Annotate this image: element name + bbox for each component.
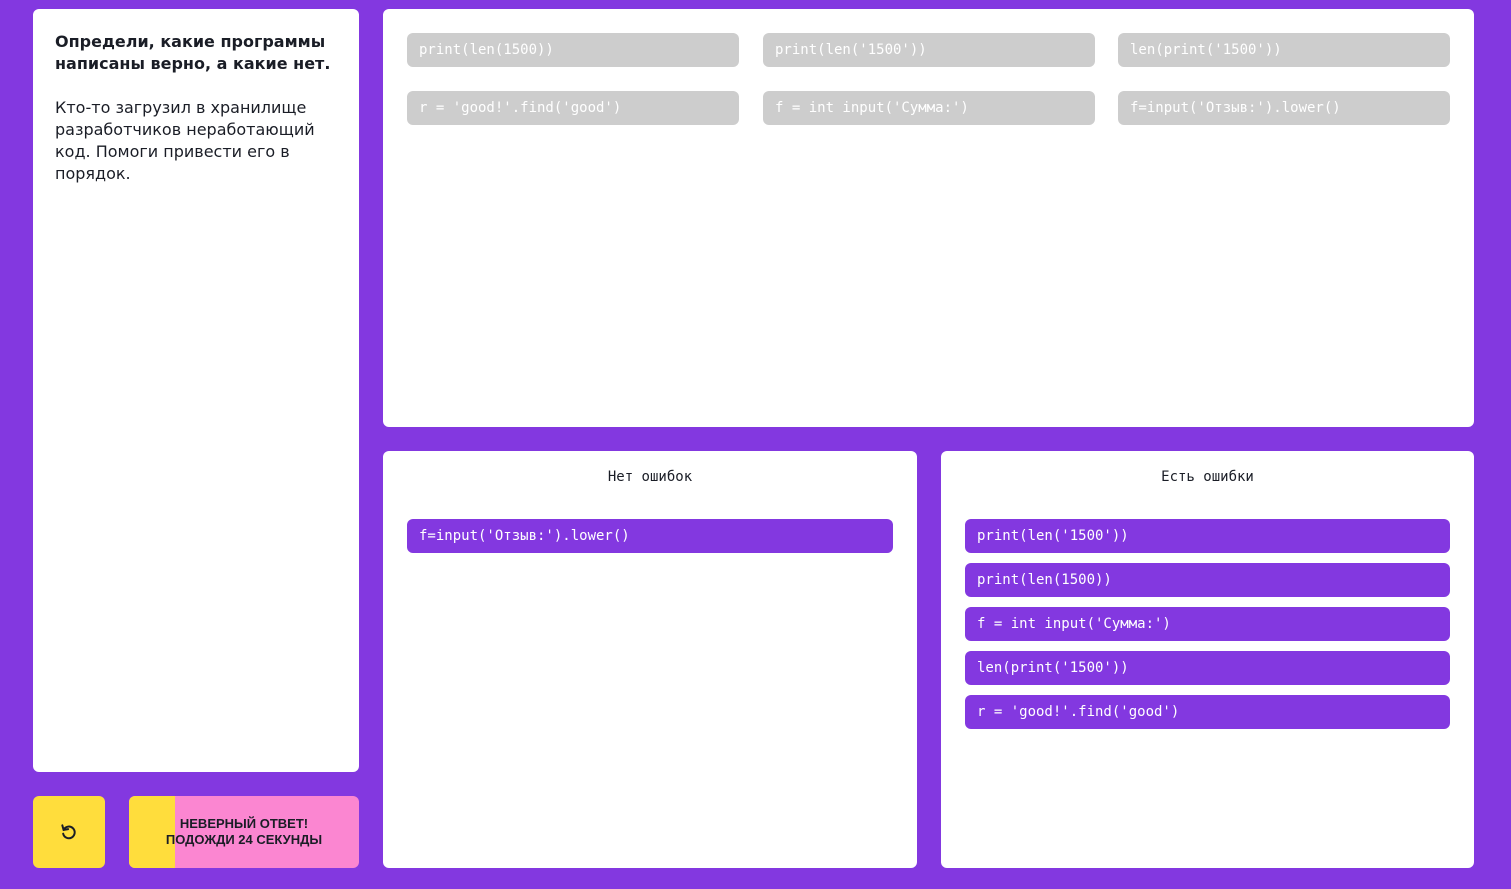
bucket-chip[interactable]: f=input('Отзыв:').lower() <box>407 519 893 553</box>
source-chip[interactable]: f = int input('Сумма:') <box>763 91 1095 125</box>
bucket-chip[interactable]: print(len('1500')) <box>965 519 1450 553</box>
source-chip[interactable]: f=input('Отзыв:').lower() <box>1118 91 1450 125</box>
bucket-title-has-errors: Есть ошибки <box>1161 469 1254 485</box>
source-chip[interactable]: print(len('1500')) <box>763 33 1095 67</box>
reset-icon <box>59 822 79 842</box>
status-line-2: ПОДОЖДИ 24 СЕКУНДЫ <box>165 832 323 847</box>
status-line-1: НЕВЕРНЫЙ ОТВЕТ! <box>179 816 309 831</box>
bucket-chip[interactable]: len(print('1500')) <box>965 651 1450 685</box>
bucket-chip[interactable]: print(len(1500)) <box>965 563 1450 597</box>
task-description: Кто-то загрузил в хранилище разработчико… <box>55 98 315 183</box>
bucket-has-errors[interactable]: Есть ошибки print(len('1500')) print(len… <box>941 451 1474 868</box>
status-box: НЕВЕРНЫЙ ОТВЕТ! ПОДОЖДИ 24 СЕКУНДЫ <box>129 796 359 868</box>
bucket-chip[interactable]: f = int input('Сумма:') <box>965 607 1450 641</box>
reset-button[interactable] <box>33 796 105 868</box>
task-title: Определи, какие программы написаны верно… <box>55 32 331 73</box>
bucket-title-no-errors: Нет ошибок <box>607 469 693 485</box>
source-chip[interactable]: print(len(1500)) <box>407 33 739 67</box>
bucket-no-errors[interactable]: Нет ошибок f=input('Отзыв:').lower() <box>383 451 917 868</box>
task-panel: Определи, какие программы написаны верно… <box>33 9 359 772</box>
source-chip[interactable]: r = 'good!'.find('good') <box>407 91 739 125</box>
status-message: НЕВЕРНЫЙ ОТВЕТ! ПОДОЖДИ 24 СЕКУНДЫ <box>129 796 359 868</box>
source-items-panel: print(len(1500)) print(len('1500')) len(… <box>383 9 1474 427</box>
source-chip[interactable]: len(print('1500')) <box>1118 33 1450 67</box>
bucket-chip[interactable]: r = 'good!'.find('good') <box>965 695 1450 729</box>
